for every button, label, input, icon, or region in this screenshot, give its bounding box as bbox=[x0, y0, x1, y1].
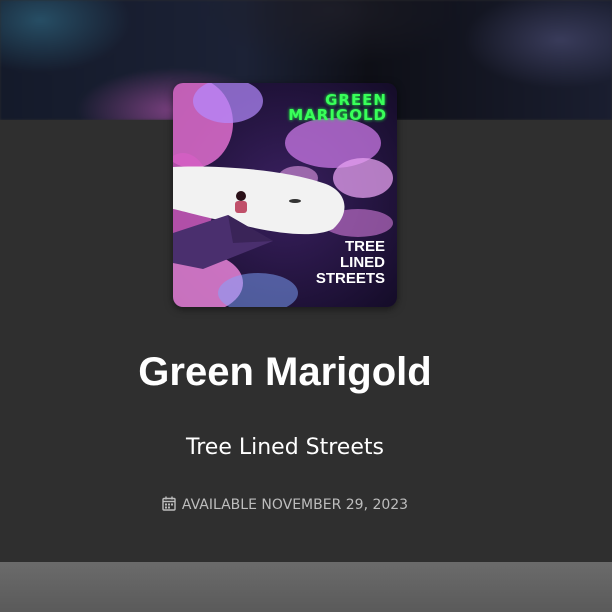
release-date-row: AVAILABLE NOVEMBER 29, 2023 bbox=[0, 494, 570, 518]
cover-album-text: TREE LINED STREETS bbox=[315, 238, 385, 287]
cover-artist-text: GREEN MARIGOLD bbox=[288, 91, 387, 124]
calendar-icon bbox=[162, 496, 176, 518]
album-subtitle: Tree Lined Streets bbox=[186, 435, 384, 460]
bottom-strip bbox=[0, 562, 612, 612]
availability-text: AVAILABLE NOVEMBER 29, 2023 bbox=[181, 497, 409, 513]
artist-title: Green Marigold bbox=[138, 350, 432, 394]
release-page: GREEN MARIGOLD TREE LINED STREETS Green … bbox=[0, 0, 612, 612]
album-cover-image[interactable]: GREEN MARIGOLD TREE LINED STREETS bbox=[173, 83, 397, 307]
